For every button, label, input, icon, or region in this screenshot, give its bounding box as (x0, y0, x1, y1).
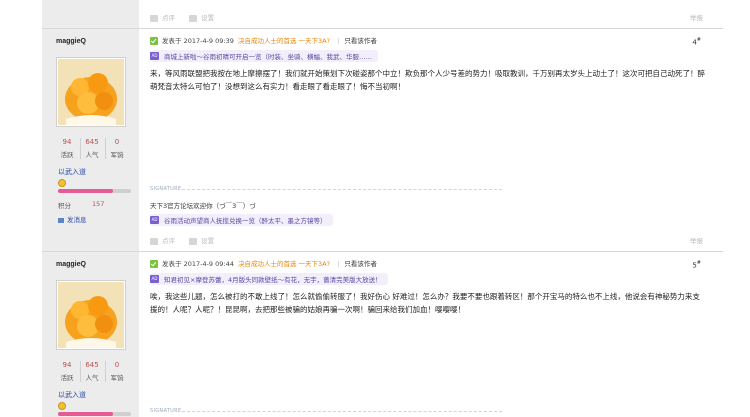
thumb-icon (150, 237, 158, 245)
promo-link[interactable]: 决自成功人士的首选 一天下3A? (238, 37, 330, 45)
credit-row: 积分 157 (58, 200, 105, 210)
post-body: 唉，我这些儿题，怎么被打的不敢上线了！怎么就偷偷转服了！我好伤心 好难过！怎么办… (150, 292, 700, 314)
ad-tag-icon: AD (150, 216, 159, 224)
avatar-image (58, 282, 124, 348)
rank-badge-icon (58, 402, 66, 410)
report-link[interactable]: 举报 (690, 235, 703, 245)
avatar[interactable] (56, 280, 126, 350)
send-message-link[interactable]: 发消息 (58, 214, 87, 224)
author-sidebar: maggieQ 94 活跃 645 人气 0 军饷 以武入道 (42, 252, 139, 417)
post-meta: 发表于 2017-4-9 09:44 决自成功人士的首选 一天下3A? | 只看该… (150, 258, 710, 270)
stat-activity: 94 活跃 (60, 138, 74, 159)
post-ad[interactable]: AD 商城上新啦～谷雨初晴可开启一览（时装、坐骑、横幅、我武、华服…… (150, 50, 378, 62)
stat-popularity: 645 人气 (80, 138, 103, 159)
only-author-link[interactable]: 只看该作者 (344, 37, 377, 45)
avatar-image (58, 59, 124, 125)
support-action[interactable]: 点评 (150, 237, 175, 245)
post-actions: 点评 设置 (150, 12, 226, 22)
user-stats: 94 活跃 645 人气 0 军饷 (56, 138, 128, 159)
username[interactable]: maggieQ (56, 261, 86, 268)
thumb-icon (150, 14, 158, 22)
post-actions: 点评 设置 (150, 235, 226, 245)
avatar[interactable] (56, 57, 126, 127)
signature-label: SIGNATURE (150, 408, 182, 414)
stat-pay: 0 军饷 (105, 361, 128, 382)
ad-tag-icon: AD (150, 275, 159, 283)
support-action[interactable]: 点评 (150, 14, 175, 22)
post-floor-4: maggieQ 94 活跃 645 人气 0 军饷 以武入道 积分 157 发消… (42, 29, 723, 251)
stat-pay: 0 军饷 (105, 138, 128, 159)
post-date: 发表于 2017-4-9 09:44 (162, 260, 234, 268)
only-author-link[interactable]: 只看该作者 (344, 260, 377, 268)
message-icon (58, 217, 64, 223)
author-sidebar: maggieQ 94 活跃 645 人气 0 军饷 以武入道 (42, 29, 139, 251)
online-icon (150, 260, 158, 268)
level-progress-bar (58, 189, 131, 193)
post-ad-2[interactable]: AD 谷雨活动声望商人抚揽兑换一览（醉太平、墨之方镜等） (150, 214, 333, 226)
post-meta: 发表于 2017-4-9 09:39 决自成功人士的首选 一天下3A? | 只看该… (150, 35, 710, 47)
rank-badge-icon (58, 179, 66, 187)
username[interactable]: maggieQ (56, 38, 86, 45)
user-stats: 94 活跃 645 人气 0 军饷 (56, 361, 128, 382)
ad-tag-icon: AD (150, 52, 159, 60)
author-sidebar (42, 0, 139, 28)
settings-action[interactable]: 设置 (189, 14, 214, 22)
user-rank[interactable]: 以武入道 (58, 390, 86, 400)
settings-action[interactable]: 设置 (189, 237, 214, 245)
stat-popularity: 645 人气 (80, 361, 103, 382)
post-date: 发表于 2017-4-9 09:39 (162, 37, 234, 45)
post-ad[interactable]: AD 知君初见×摩登苏蕾，4月版头同款壁纸～有花，无宇，蔷清完美版大放送！ (150, 273, 388, 285)
gear-icon (189, 14, 198, 22)
gear-icon (189, 237, 198, 245)
stat-activity: 94 活跃 (60, 361, 74, 382)
signature-divider (182, 189, 502, 190)
floor-number[interactable]: 5# (692, 260, 701, 269)
level-progress-bar (58, 412, 131, 416)
online-icon (150, 37, 158, 45)
thread-container: 点评 设置 举报 maggieQ 94 活跃 645 人气 0 军饷 以武入道 … (42, 0, 723, 417)
floor-number[interactable]: 4# (692, 37, 701, 46)
report-link[interactable]: 举报 (690, 12, 703, 22)
post-body: 来，等风雨联盟把我按在地上摩擦摆了！我们就开始策划下次碰姿那个中立！欺负那个人少… (150, 69, 705, 91)
signature-label: SIGNATURE (150, 186, 182, 192)
signature-divider (182, 411, 502, 412)
signature-text: 天下3官方论坛欢迎你（づ￣3￣）づ (150, 202, 256, 210)
promo-link[interactable]: 决自成功人士的首选 一天下3A? (238, 260, 330, 268)
post-floor-5: maggieQ 94 活跃 645 人气 0 军饷 以武入道 发表于 2017-… (42, 252, 723, 417)
previous-post-remnant: 点评 设置 举报 (42, 0, 723, 28)
user-rank[interactable]: 以武入道 (58, 167, 86, 177)
